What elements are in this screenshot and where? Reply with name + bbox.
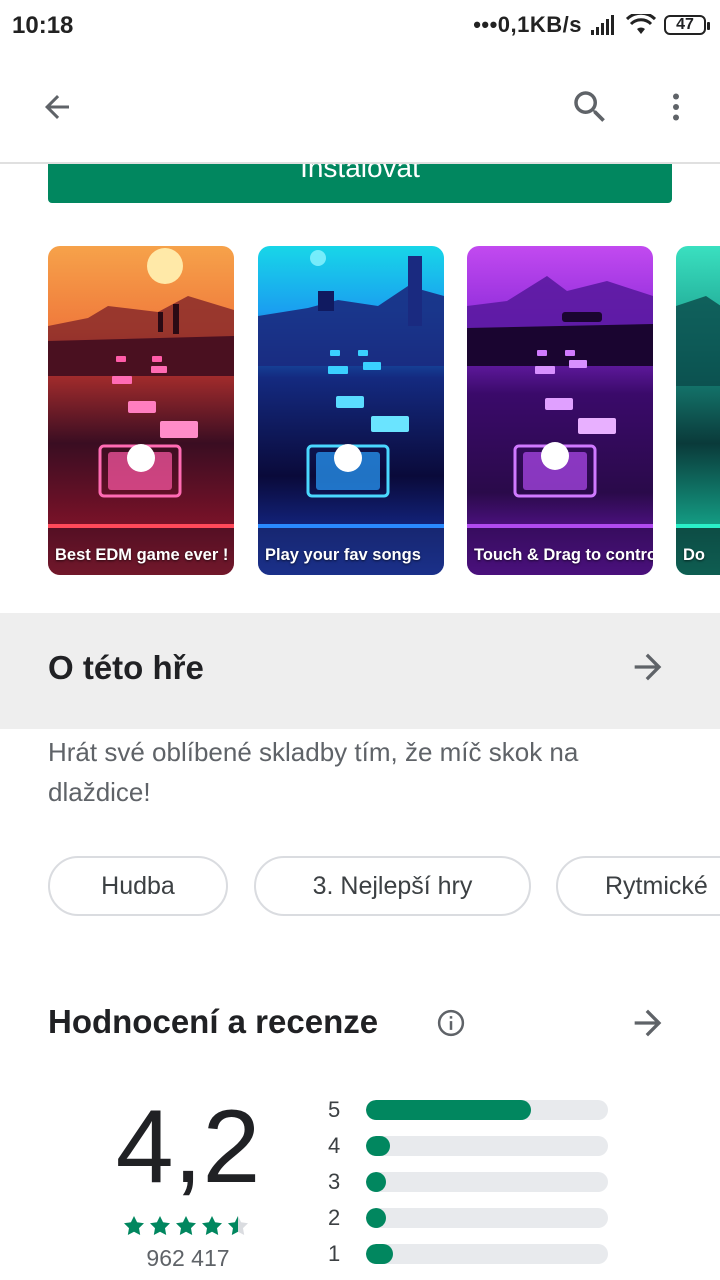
screenshot-1-art [48, 246, 234, 575]
chip-top-games[interactable]: 3. Nejlepší hry [254, 856, 531, 916]
rating-bar-label: 1 [328, 1241, 341, 1266]
screenshot-1[interactable]: Best EDM game ever ! [48, 246, 234, 575]
signal-icon [591, 15, 614, 35]
screenshot-4[interactable]: Do [676, 246, 720, 575]
about-description: Hrát své oblíbené skladby tím, že míč sk… [48, 737, 579, 807]
screenshot-4-art [676, 246, 720, 575]
search-icon [574, 91, 605, 122]
screenshot-caption: Do [683, 546, 705, 564]
status-right: •••0,1KB/s 47 [473, 12, 710, 38]
rating-bar-label: 5 [328, 1097, 341, 1122]
rating-bar-fill [366, 1244, 393, 1264]
screenshot-2-art [258, 246, 444, 575]
rating-bar-label: 3 [328, 1169, 341, 1194]
more-options-button[interactable] [650, 80, 702, 134]
status-time: 10:18 [12, 12, 74, 39]
search-button[interactable] [563, 80, 617, 134]
screenshot-3[interactable]: Touch & Drag to control [467, 246, 653, 575]
star-icon [176, 1216, 196, 1236]
screenshot-3-art [467, 246, 653, 575]
screenshot-caption: Play your fav songs [265, 546, 421, 564]
rating-bar-label: 2 [328, 1205, 341, 1230]
rating-bar-row: 4 [328, 1133, 608, 1158]
screenshot-caption: Best EDM game ever ! [55, 546, 229, 564]
battery-icon: 47 [664, 15, 710, 35]
rating-bar-track [366, 1244, 608, 1264]
star-half-icon [228, 1216, 248, 1236]
status-bar: 10:18 •••0,1KB/s 47 [0, 0, 720, 52]
rating-bar-row: 5 [328, 1097, 608, 1122]
rating-bar-track [366, 1136, 608, 1156]
rating-bar-row: 3 [328, 1169, 608, 1194]
screenshot-2[interactable]: Play your fav songs [258, 246, 444, 575]
about-game-header[interactable]: O této hře [0, 613, 720, 729]
rating-bar-fill [366, 1208, 386, 1228]
rating-bar-fill [366, 1136, 391, 1156]
rating-bar-row: 1 [328, 1241, 608, 1266]
star-icon [202, 1216, 222, 1236]
ratings-title: Hodnocení a recenze [48, 1003, 379, 1040]
rating-bar-label: 4 [328, 1133, 341, 1158]
ratings-arrow-forward-icon[interactable] [628, 1003, 668, 1043]
rating-bar-fill [366, 1100, 531, 1120]
rating-bar-track [366, 1172, 608, 1192]
network-speed: •••0,1KB/s [473, 12, 582, 37]
rating-bar-track [366, 1100, 608, 1120]
back-button[interactable] [30, 80, 84, 134]
category-chips: Hudba 3. Nejlepší hry Rytmické [48, 856, 720, 920]
star-icon [124, 1216, 144, 1236]
screenshot-caption: Touch & Drag to control [474, 546, 653, 564]
about-title: O této hře [48, 649, 204, 686]
rating-bar-row: 2 [328, 1205, 608, 1230]
more-vert-icon [673, 93, 679, 121]
screenshot-carousel[interactable]: Best EDM game ever ! Play your fav songs… [48, 246, 720, 576]
app-bar [0, 52, 720, 164]
average-rating: 4,2 [115, 1089, 261, 1205]
review-count: 962 417 [146, 1245, 230, 1271]
arrow-back-icon [45, 95, 69, 119]
star-rating [122, 1214, 250, 1238]
wifi-icon [626, 14, 656, 34]
chip-rhythm[interactable]: Rytmické [556, 856, 720, 916]
star-icon [150, 1216, 170, 1236]
rating-bar-track [366, 1208, 608, 1228]
info-icon[interactable] [436, 1008, 466, 1038]
chip-music[interactable]: Hudba [48, 856, 228, 916]
rating-bar-fill [366, 1172, 386, 1192]
arrow-forward-icon[interactable] [628, 647, 668, 687]
